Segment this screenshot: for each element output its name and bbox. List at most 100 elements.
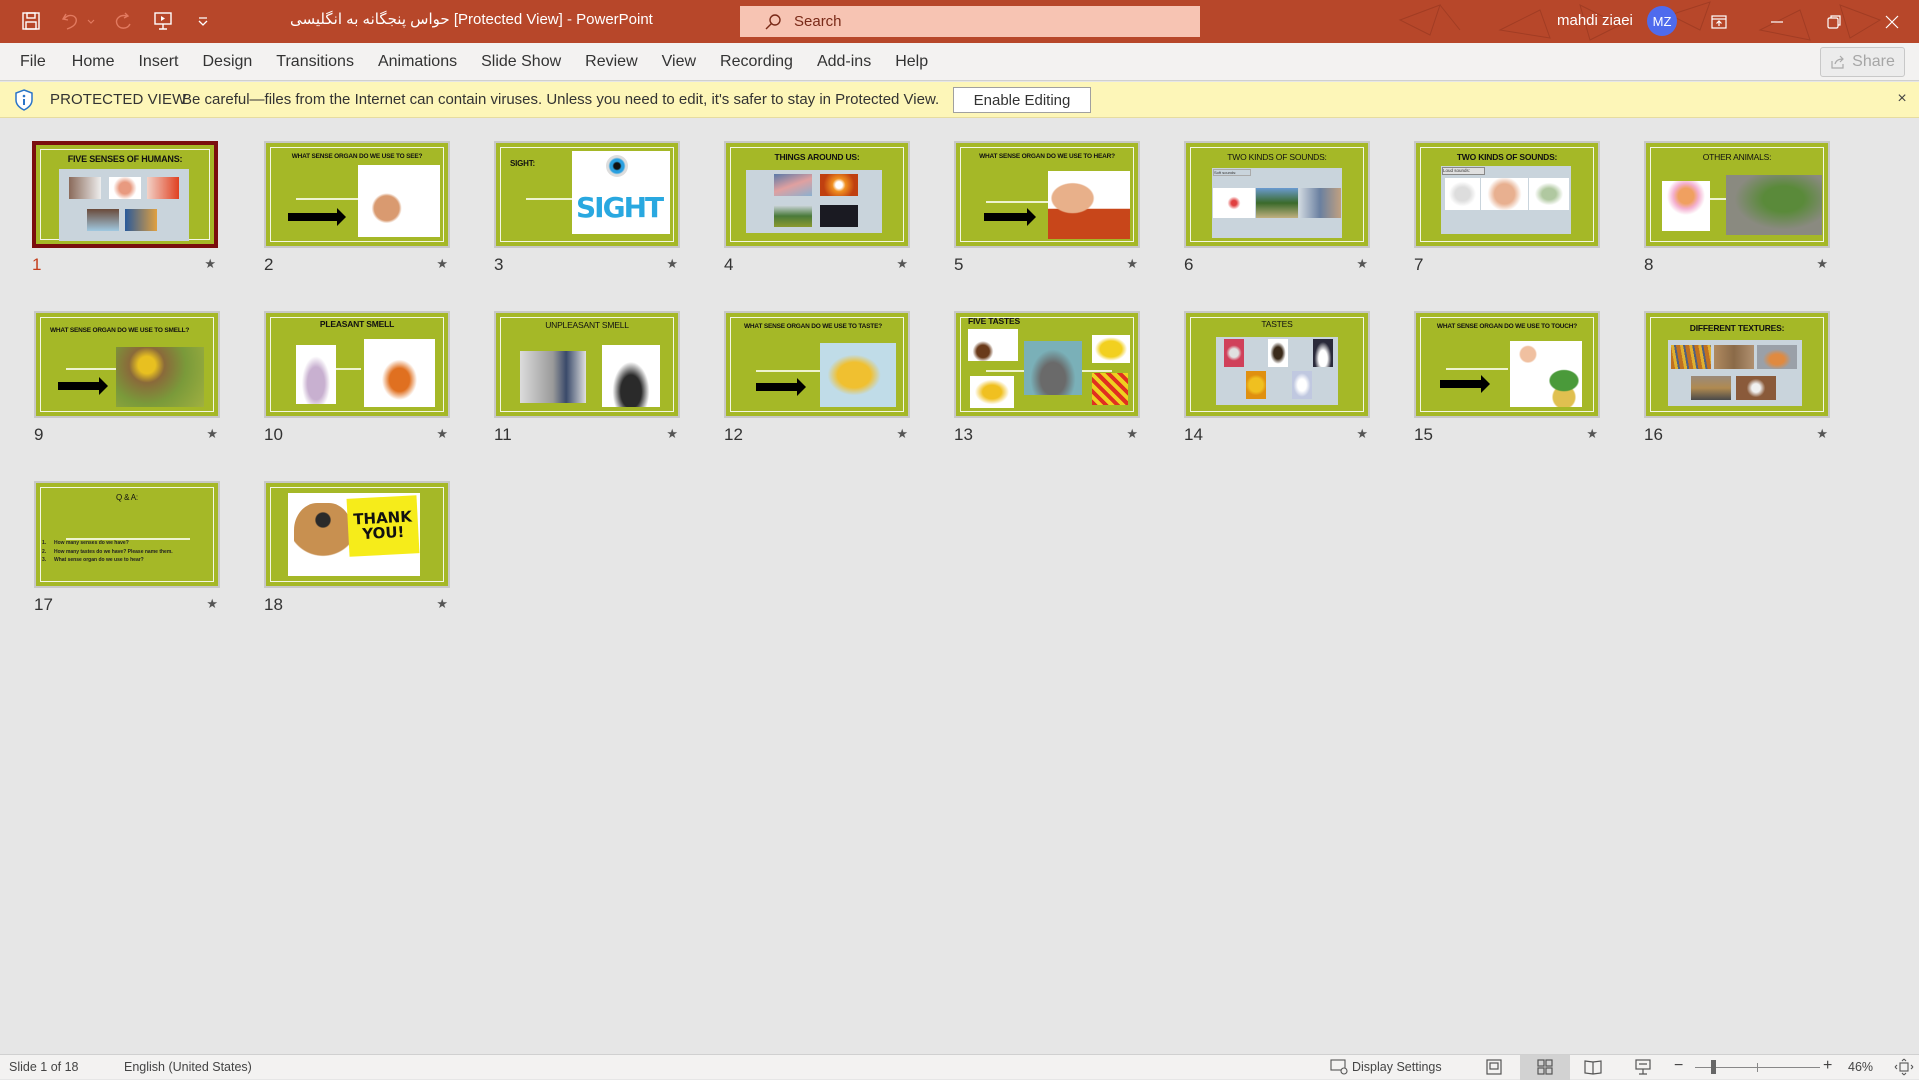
search-icon (765, 13, 781, 29)
slide-frame: FIVE TASTES (954, 311, 1140, 418)
tab-recording[interactable]: Recording (708, 43, 805, 81)
slide-frame: WHAT SENSE ORGAN DO WE USE TO SMELL? (34, 311, 220, 418)
minimize-button[interactable] (1754, 0, 1800, 43)
sweets-image (968, 329, 1018, 361)
customize-qat-icon[interactable] (190, 8, 216, 34)
tab-file[interactable]: File (8, 43, 58, 81)
slide-thumbnail-8[interactable]: OTHER ANIMALS: 8 ★ (1644, 141, 1830, 276)
slide-thumbnail-14[interactable]: TASTES 14 ★ (1184, 311, 1370, 446)
slide-number: 17 (34, 595, 53, 614)
reading-view-icon[interactable] (1583, 1058, 1603, 1076)
slide-thumbnail-2[interactable]: WHAT SENSE ORGAN DO WE USE TO SEE? 2 ★ (264, 141, 450, 276)
tab-home[interactable]: Home (58, 43, 127, 81)
tab-help[interactable]: Help (883, 43, 940, 81)
search-box[interactable]: Search (740, 6, 1200, 37)
enable-editing-button[interactable]: Enable Editing (953, 87, 1091, 113)
close-button[interactable] (1869, 0, 1915, 43)
animation-star-icon: ★ (1126, 426, 1138, 441)
slide-title: WHAT SENSE ORGAN DO WE USE TO SEE? (291, 153, 423, 160)
ribbon-display-options-button[interactable] (1696, 0, 1742, 43)
slide-sorter-view-icon[interactable] (1535, 1058, 1555, 1076)
slide-title: PLEASANT SMELL (319, 319, 395, 329)
eye-image (69, 177, 101, 199)
slide-thumbnail-18[interactable]: THANK YOU! 18 ★ (264, 481, 450, 616)
fit-to-window-icon[interactable] (1894, 1058, 1914, 1076)
slide-number: 10 (264, 425, 283, 444)
slide-thumbnail-10[interactable]: PLEASANT SMELL 10 ★ (264, 311, 450, 446)
ear-image (109, 177, 141, 199)
tab-transitions[interactable]: Transitions (264, 43, 366, 81)
display-settings-icon[interactable] (1330, 1058, 1350, 1076)
slide-title: WHAT SENSE ORGAN DO WE USE TO SMELL? (50, 327, 190, 334)
nose-image (147, 177, 179, 199)
wind-image (1256, 188, 1298, 218)
user-avatar[interactable]: MZ (1647, 6, 1677, 36)
slide-title: THINGS AROUND US: (774, 152, 860, 162)
zoom-out-button[interactable]: − (1674, 1057, 1683, 1075)
undo-dropdown-icon[interactable] (86, 8, 96, 34)
tab-add-ins[interactable]: Add-ins (805, 43, 883, 81)
image-panel (1668, 340, 1802, 406)
slide-thumbnail-3[interactable]: SIGHT: SIGHT 3 ★ (494, 141, 680, 276)
slide-count-status[interactable]: Slide 1 of 18 (9, 1060, 79, 1074)
slide-thumbnail-16[interactable]: DIFFERENT TEXTURES: 16 ★ (1644, 311, 1830, 446)
slide-title: UNPLEASANT SMELL (545, 320, 629, 330)
slide-number: 6 (1184, 255, 1194, 274)
slide-thumbnail-9[interactable]: WHAT SENSE ORGAN DO WE USE TO SMELL? 9 ★ (34, 311, 220, 446)
zoom-slider-thumb[interactable] (1711, 1060, 1716, 1074)
image-panel (746, 170, 882, 233)
slide-thumbnail-13[interactable]: FIVE TASTES 13 ★ (954, 311, 1140, 446)
tab-animations[interactable]: Animations (366, 43, 469, 81)
arrow-shape (756, 378, 806, 396)
minimize-icon (1771, 20, 1783, 23)
restore-button[interactable] (1811, 0, 1857, 43)
sight-word: SIGHT (576, 191, 664, 224)
tablets-image (1292, 371, 1312, 399)
slide-thumbnail-4[interactable]: THINGS AROUND US: 4 ★ (724, 141, 910, 276)
redo-icon[interactable] (110, 8, 136, 34)
tab-slide-show[interactable]: Slide Show (469, 43, 573, 81)
perfume-image (296, 345, 336, 404)
slide-frame: WHAT SENSE ORGAN DO WE USE TO HEAR? (954, 141, 1140, 248)
ribbon: File Home Insert Design Transitions Anim… (0, 43, 1919, 81)
zoom-level[interactable]: 46% (1848, 1060, 1873, 1074)
document-title: حواس پنجگانه به انگلیسی [Protected View]… (290, 11, 653, 28)
slide-show-view-icon[interactable] (1633, 1058, 1653, 1076)
slide-thumbnail-17[interactable]: Q & A: 1. How many senses do we have? 2. H… (34, 481, 220, 616)
slide-frame: WHAT SENSE ORGAN DO WE USE TO TASTE? (724, 311, 910, 418)
tab-review[interactable]: Review (573, 43, 649, 81)
ribbon-tabs: File Home Insert Design Transitions Anim… (8, 43, 940, 81)
whispering-image (1299, 188, 1341, 218)
slide-thumbnail-11[interactable]: UNPLEASANT SMELL 11 ★ (494, 311, 680, 446)
slide-title: FIVE TASTES (968, 316, 1020, 326)
normal-view-icon[interactable] (1484, 1058, 1504, 1076)
qa-question-list: 1. How many senses do we have? 2. How many… (42, 539, 173, 565)
slide-number: 8 (1644, 255, 1654, 274)
slide-thumbnail-15[interactable]: WHAT SENSE ORGAN DO WE USE TO TOUCH? 15 … (1414, 311, 1600, 446)
slide-thumbnail-6[interactable]: TWO KINDS OF SOUNDS: Soft sounds: 6 ★ (1184, 141, 1370, 276)
animation-star-icon: ★ (206, 426, 218, 441)
tab-view[interactable]: View (650, 43, 708, 81)
slide-thumbnail-12[interactable]: WHAT SENSE ORGAN DO WE USE TO TASTE? 12 … (724, 311, 910, 446)
user-name[interactable]: mahdi ziaei (1557, 12, 1633, 29)
display-settings-button[interactable]: Display Settings (1352, 1060, 1442, 1074)
zoom-in-button[interactable]: + (1823, 1057, 1832, 1075)
present-from-start-icon[interactable] (150, 8, 176, 34)
slide-thumbnail-1[interactable]: FIVE SENSES OF HUMANS: 1 ★ (32, 141, 218, 276)
winnie-pooh-image (820, 343, 896, 407)
slide-frame: THINGS AROUND US: (724, 141, 910, 248)
language-status[interactable]: English (United States) (124, 1060, 252, 1074)
slide-thumbnail-7[interactable]: TWO KINDS OF SOUNDS: Loud sounds: 7 ★ (1414, 141, 1600, 276)
animation-star-icon: ★ (1126, 256, 1138, 271)
save-icon[interactable] (18, 8, 44, 34)
tab-insert[interactable]: Insert (126, 43, 190, 81)
undo-icon[interactable] (58, 8, 84, 34)
slide-title: TASTES (1261, 319, 1293, 329)
slide-thumbnail-5[interactable]: WHAT SENSE ORGAN DO WE USE TO HEAR? 5 ★ (954, 141, 1140, 276)
tab-design[interactable]: Design (190, 43, 264, 81)
table-image (1691, 376, 1731, 400)
share-button[interactable]: Share (1820, 47, 1905, 77)
sour-lemon-image (1092, 335, 1130, 363)
animation-star-icon: ★ (1816, 426, 1828, 441)
close-bar-icon[interactable]: × (1893, 90, 1911, 108)
